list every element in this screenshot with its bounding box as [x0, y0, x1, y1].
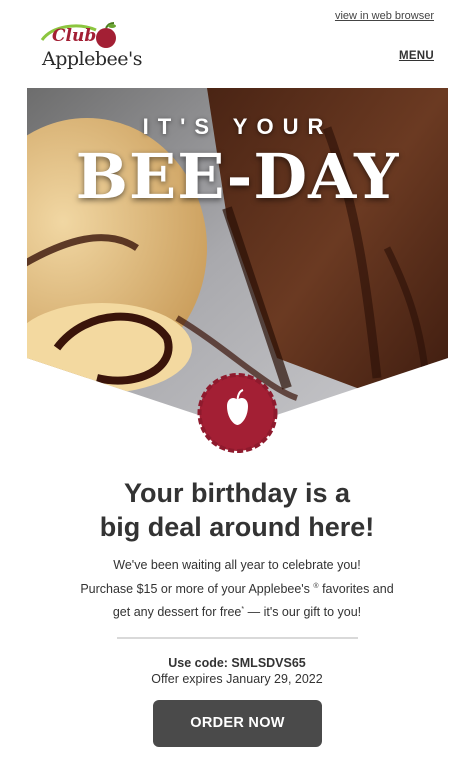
divider — [117, 637, 358, 639]
body-text-line-2: Purchase $15 or more of your Applebee's … — [0, 582, 474, 596]
offer-expiration: Offer expires January 29, 2022 — [151, 672, 323, 686]
order-now-button[interactable]: ORDER NOW — [153, 700, 322, 747]
body-text-line-2-b: favorites and — [322, 582, 394, 596]
body-text-line-3: get any dessert for free* — it's our gif… — [0, 605, 474, 619]
email-header: Club Applebee's view in web browser MENU — [0, 0, 474, 86]
view-in-browser-link[interactable]: view in web browser — [335, 10, 434, 22]
logo-brand-text: Applebee's — [42, 48, 143, 70]
club-applebees-logo[interactable]: Club Applebee's — [38, 18, 143, 74]
menu-link[interactable]: MENU — [399, 50, 434, 62]
hero-big-title: BEE-DAY — [75, 140, 400, 213]
registered-mark: ® — [313, 582, 319, 590]
body-text-line-3-a: get any dessert for free — [112, 605, 242, 619]
hero-small-title: IT'S YOUR — [142, 114, 333, 139]
hero-image[interactable]: IT'S YOUR BEE-DAY — [27, 88, 448, 460]
headline: Your birthday is a big deal around here! — [0, 476, 474, 544]
headline-line-2: big deal around here! — [99, 512, 375, 542]
promo-code: Use code: SMLSDVS65 — [168, 656, 306, 670]
body-text-line-3-b: — it's our gift to you! — [244, 605, 362, 619]
headline-line-1: Your birthday is a — [123, 478, 351, 508]
body-text-line-1: We've been waiting all year to celebrate… — [113, 558, 361, 572]
body-text-line-2-a: Purchase $15 or more of your Applebee's — [80, 582, 310, 596]
logo-club-text: Club — [52, 26, 97, 46]
